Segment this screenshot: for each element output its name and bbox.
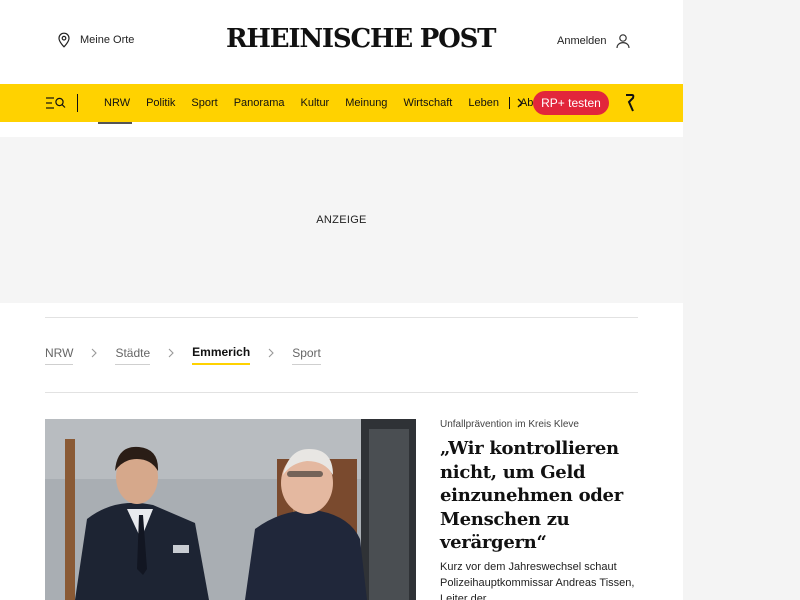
my-locations-label: Meine Orte [80,34,135,46]
article-photo[interactable] [45,419,416,600]
article-kicker: Unfallprävention im Kreis Kleve [440,419,579,430]
nav-item-politik[interactable]: Politik [146,97,175,109]
active-nav-indicator [98,122,132,124]
breadcrumb-nrw[interactable]: NRW [45,346,74,365]
article-headline[interactable]: „Wir kontrollieren nicht, um Geld einzun… [440,437,640,555]
my-locations-button[interactable]: Meine Orte [57,32,134,48]
page-gutter [683,0,800,600]
menu-search-button[interactable] [46,96,66,110]
user-icon [615,34,630,49]
chevron-right-icon [268,348,274,358]
breadcrumb-top-rule [45,317,638,318]
main-navigation: NRW Politik Sport Panorama Kultur Meinun… [0,84,683,122]
nav-item-leben[interactable]: Leben [468,97,499,109]
chevron-right-icon [168,348,174,358]
nav-items: NRW Politik Sport Panorama Kultur Meinun… [104,84,540,122]
breadcrumb-sport[interactable]: Sport [292,346,321,365]
rp-logo-icon[interactable] [624,93,636,113]
chevron-right-icon[interactable] [515,97,525,109]
login-label: Anmelden [557,35,607,47]
nav-item-nrw[interactable]: NRW [104,97,130,109]
advertisement-slot: ANZEIGE [0,137,683,303]
menu-search-icon [46,97,66,109]
location-pin-icon [58,32,70,48]
nav-item-sport[interactable]: Sport [191,97,217,109]
nav-item-meinung[interactable]: Meinung [345,97,387,109]
breadcrumb-staedte[interactable]: Städte [115,346,151,365]
article-photo-image [45,419,416,600]
nav-divider [77,94,78,112]
chevron-right-icon [92,348,98,358]
ad-label: ANZEIGE [316,214,367,226]
nav-item-panorama[interactable]: Panorama [234,97,285,109]
article-teaser: Kurz vor dem Jahreswechsel schaut Polize… [440,561,635,600]
breadcrumb: NRW Städte Emmerich Sport [45,345,321,365]
nav-item-kultur[interactable]: Kultur [300,97,329,109]
nav-item-wirtschaft[interactable]: Wirtschaft [403,97,452,109]
breadcrumb-emmerich[interactable]: Emmerich [192,345,251,365]
rp-plus-test-button[interactable]: RP+ testen [533,91,609,115]
breadcrumb-bottom-rule [45,392,638,393]
site-logo[interactable]: RHEINISCHE POST [226,24,497,54]
page: Meine Orte RHEINISCHE POST Anmelden NRW … [0,0,683,600]
login-button[interactable]: Anmelden [557,33,631,49]
site-header: Meine Orte RHEINISCHE POST Anmelden [0,0,683,82]
